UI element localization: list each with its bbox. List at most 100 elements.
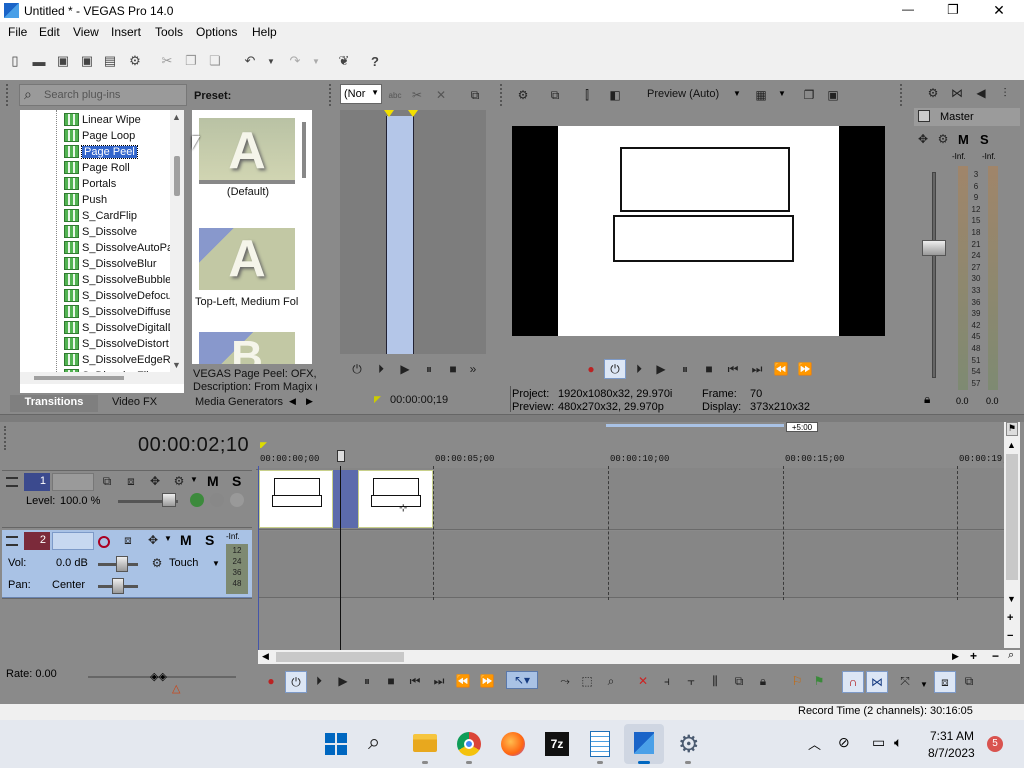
track-list-grip[interactable] <box>4 426 10 450</box>
audio-mute[interactable]: M <box>180 532 192 548</box>
prev-frame-icon[interactable]: ⏪ <box>772 360 790 378</box>
go-to-end-icon[interactable]: ⏭ <box>430 672 448 690</box>
in-point-marker[interactable] <box>384 110 394 117</box>
parent-mode-icon[interactable] <box>210 493 224 507</box>
hscroll-right-icon[interactable]: ▶ <box>952 651 959 662</box>
trim-start-icon[interactable]: ⫞ <box>658 672 676 690</box>
cut-icon[interactable]: ✂ <box>158 52 176 70</box>
panel-grip[interactable] <box>6 84 14 106</box>
audio-fx-icon[interactable]: ⧈ <box>119 531 137 549</box>
go-to-end-icon[interactable]: ⏭ <box>748 360 766 378</box>
tab-transitions[interactable]: Transitions <box>10 395 98 412</box>
preset-default[interactable]: A (Default) <box>192 110 296 218</box>
copy-icon[interactable]: ❐ <box>182 52 200 70</box>
menu-file[interactable]: File <box>8 25 27 39</box>
ripple-icon[interactable]: ⧉ <box>730 672 748 690</box>
zoom-tool-icon[interactable]: ⌕ <box>1008 649 1014 662</box>
video-solo[interactable]: S <box>232 473 241 489</box>
master-properties-icon[interactable]: ⚙ <box>924 84 942 102</box>
automation-mode[interactable]: Touch <box>169 557 198 569</box>
notepad-icon[interactable] <box>590 731 610 757</box>
zoom-tool-icon[interactable]: ⌕ <box>602 672 620 690</box>
level-slider-handle[interactable] <box>162 493 176 507</box>
audio-fx-chevron-icon[interactable]: ▼ <box>164 534 172 543</box>
clear-icon[interactable]: ✕ <box>432 86 450 104</box>
close-button[interactable]: ✕ <box>987 2 1011 19</box>
show-hidden-icons[interactable]: ︿ <box>808 734 821 753</box>
search-taskbar-icon[interactable]: ⌕ <box>368 729 380 755</box>
downmix-icon[interactable]: ⋈ <box>948 84 966 102</box>
plugin-item[interactable]: Portals <box>64 176 116 191</box>
marker-icon[interactable]: ⚐ <box>788 672 806 690</box>
render-icon[interactable]: ▤ <box>101 52 119 70</box>
start-button[interactable] <box>325 733 347 755</box>
arm-record-icon[interactable] <box>98 536 110 548</box>
help-icon[interactable]: ? <box>366 52 384 70</box>
minimize-button[interactable]: — <box>896 2 920 16</box>
quality-chevron-icon[interactable]: ▼ <box>733 89 741 98</box>
ext-monitor-icon[interactable]: ⧉ <box>546 86 564 104</box>
vol-slider-handle[interactable] <box>116 556 128 572</box>
hscroll-thumb[interactable] <box>276 652 404 662</box>
rate-slider-handle[interactable]: ◈◈ <box>150 670 167 683</box>
video-event-1[interactable] <box>259 470 333 528</box>
empty-lane[interactable] <box>258 599 1004 649</box>
plugin-item[interactable]: S_DissolveAutoPa <box>64 240 173 255</box>
plugin-item[interactable]: S_CardFlip <box>64 208 137 223</box>
child-mode-icon[interactable] <box>230 493 244 507</box>
plugin-item[interactable]: Page Peel <box>64 144 138 159</box>
go-to-start-icon[interactable]: ⏮ <box>406 672 424 690</box>
out-point-marker[interactable] <box>408 110 418 117</box>
plugin-item[interactable]: S_DissolveDefocu <box>64 288 172 303</box>
search-input[interactable]: Search plug-ins <box>44 89 120 101</box>
grid-chevron-icon[interactable]: ▼ <box>778 89 786 98</box>
preview-viewport[interactable] <box>512 126 885 336</box>
plugin-item[interactable]: S_DissolveDistort <box>64 336 169 351</box>
edit-tool-icon[interactable]: ↖▾ <box>506 671 538 689</box>
play-icon[interactable]: ▶ <box>334 672 352 690</box>
region-icon[interactable]: ⚑ <box>810 672 828 690</box>
scroll-up-icon[interactable]: ▲ <box>172 112 181 122</box>
clock-time[interactable]: 7:31 AM <box>930 729 974 743</box>
compositing-chevron-icon[interactable]: ▼ <box>190 475 198 484</box>
trim-end-icon[interactable]: ⫟ <box>682 672 700 690</box>
pause-icon[interactable]: ⏸ <box>358 672 376 690</box>
plugin-list-scrollbar[interactable]: ▲ ▼ <box>170 110 184 372</box>
vegas-taskbar-button[interactable] <box>624 724 664 764</box>
undo-icon[interactable]: ↶ <box>241 52 259 70</box>
playhead-handle[interactable] <box>337 450 345 462</box>
lock-envelopes-icon[interactable]: ⧈ <box>934 671 956 693</box>
preset-top-left-medium[interactable]: A Top-Left, Medium Fol <box>192 220 310 320</box>
menu-options[interactable]: Options <box>196 25 237 39</box>
record-icon[interactable]: ● <box>262 672 280 690</box>
timeline-vscroll[interactable]: ⚑ ▲ ▼ + − <box>1004 422 1020 648</box>
play-from-start-icon[interactable]: ⏵ <box>372 360 390 378</box>
zoom-in-horizontal-icon[interactable]: + <box>970 649 977 663</box>
plugin-item[interactable]: S_Dissolve <box>64 224 137 239</box>
hscroll-left-icon[interactable]: ◀ <box>262 651 269 662</box>
composite-mode-icon[interactable] <box>190 493 204 507</box>
tab-video-fx[interactable]: Video FX <box>112 396 157 408</box>
split-screen-icon[interactable]: ⫿ <box>578 86 596 104</box>
more-icon[interactable]: » <box>464 360 482 378</box>
grid-icon[interactable]: ▦ <box>752 86 770 104</box>
tab-media-generators[interactable]: Media Generators <box>195 396 283 408</box>
audio-lane[interactable] <box>258 531 1004 598</box>
trim-icon[interactable]: ✂ <box>408 86 426 104</box>
play-from-start-icon[interactable]: ⏵ <box>630 360 648 378</box>
selection-tool-icon[interactable]: ⬚ <box>578 672 596 690</box>
master-fader-track[interactable] <box>932 172 936 378</box>
panel-grip[interactable] <box>900 84 906 106</box>
volume-icon[interactable]: 🔈︎ <box>894 734 902 751</box>
loop-playback-icon[interactable]: ⏻ <box>285 671 307 693</box>
save-snapshot-icon[interactable]: ▣ <box>824 86 842 104</box>
track-motion-icon[interactable]: ⧉ <box>98 472 116 490</box>
track-fx-icon[interactable]: ✥ <box>146 472 164 490</box>
delete-icon[interactable]: ❦ <box>335 52 353 70</box>
play-from-start-icon[interactable]: ⏵ <box>310 672 328 690</box>
plugin-item[interactable]: S_DissolveDigitalD <box>64 320 176 335</box>
scroll-down-icon[interactable]: ▼ <box>172 360 181 370</box>
timeline-options-icon[interactable]: ⚑ <box>1006 422 1018 436</box>
stop-icon[interactable]: ■ <box>444 360 462 378</box>
mono-icon[interactable]: ⫶ <box>996 84 1014 102</box>
